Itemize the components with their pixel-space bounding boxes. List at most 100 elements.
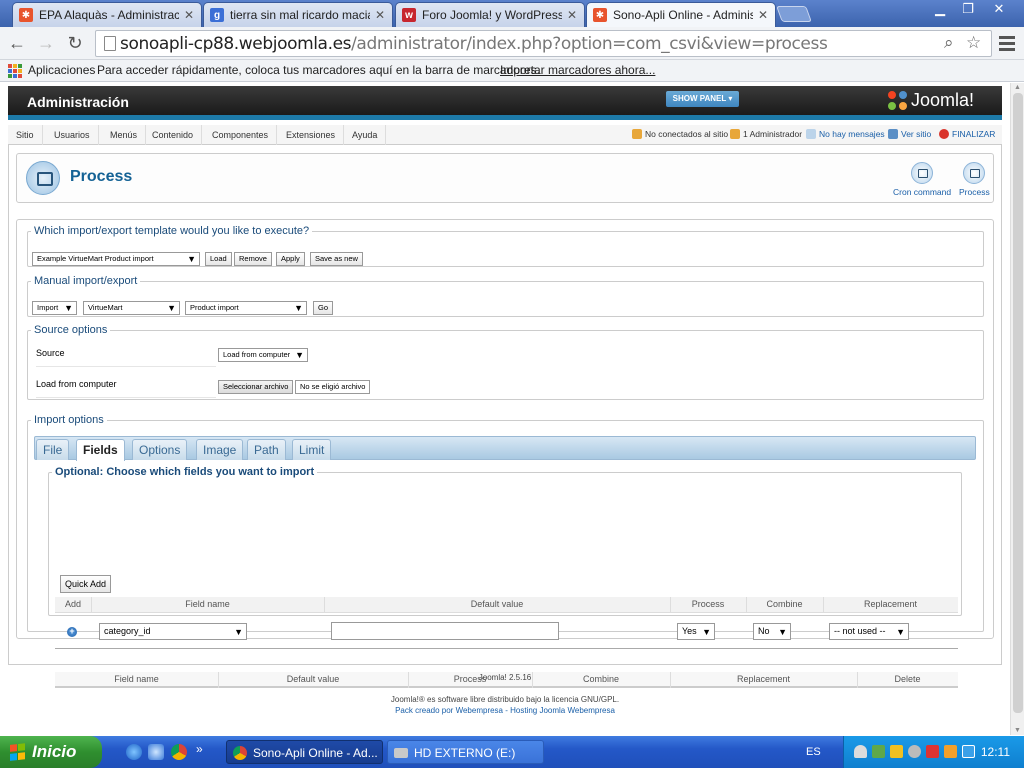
start-label: Inicio [32,742,77,761]
new-tab-button[interactable] [776,6,812,22]
remove-button[interactable]: Remove [234,252,272,266]
tab-file[interactable]: File [36,439,70,460]
quick-add-button[interactable]: Quick Add [60,575,112,593]
minimize-icon[interactable]: ▁ [926,0,954,20]
volume-icon[interactable] [926,745,939,758]
close-icon[interactable]: ✕ [566,8,578,22]
scroll-up-icon[interactable]: ▲ [1014,84,1021,91]
cron-command-button[interactable]: Cron command [893,162,951,197]
browser-tab-epa[interactable]: ✱ EPA Alaquàs - Administración ✕ [12,2,202,27]
apps-link[interactable]: Aplicaciones [28,63,95,77]
browser-tab-foro[interactable]: w Foro Joomla! y WordPress :: ✕ [395,2,585,27]
menu-sitio[interactable]: Sitio [8,125,43,145]
language-indicator[interactable]: ES [806,746,821,758]
default-value-input[interactable] [331,622,559,640]
close-icon[interactable]: ✕ [183,8,195,22]
folder-icon[interactable] [944,745,957,758]
choose-file-button[interactable]: Seleccionar archivo [218,380,294,394]
close-icon[interactable]: ✕ [757,8,769,22]
taskbar-item-label: HD EXTERNO (E:) [414,746,516,760]
add-icon[interactable]: + [67,627,77,637]
chevron-down-icon: ▼ [167,303,176,313]
source-select[interactable]: Load from computer ▼ [218,348,308,362]
tab-fields[interactable]: Fields [76,439,125,461]
combine-select[interactable]: No ▼ [753,623,791,640]
messages-status[interactable]: No hay mensajes [806,129,885,139]
tab-limit[interactable]: Limit [292,439,332,460]
template-select[interactable]: Example VirtueMart Product import ▼ [32,252,200,266]
col-default-value: Default value [470,599,524,609]
windows-taskbar: Inicio » Sono-Apli Online - Ad... HD EXT… [0,736,1024,768]
ie-icon[interactable] [126,744,142,760]
tab-options[interactable]: Options [132,439,188,460]
field-name-select[interactable]: category_id ▼ [99,623,247,640]
apps-grid-icon[interactable] [8,64,22,78]
process-select[interactable]: Yes ▼ [677,623,715,640]
menu-ayuda[interactable]: Ayuda [344,125,387,145]
window-close-icon[interactable]: ✕ [984,0,1014,20]
taskbar-item-chrome[interactable]: Sono-Apli Online - Ad... [226,740,383,764]
network-icon[interactable] [872,745,885,758]
operation-select[interactable]: Product import ▼ [185,301,307,315]
browser-tab-label: Foro Joomla! y WordPress :: [422,8,562,22]
view-site-link[interactable]: Ver sitio [888,129,931,139]
apply-button[interactable]: Apply [276,252,305,266]
browser-tab-sonoapli[interactable]: ✱ Sono-Apli Online - Administra ✕ [586,2,776,27]
notification-icon[interactable] [854,745,867,758]
go-button[interactable]: Go [313,301,334,315]
browser-tab-google[interactable]: g tierra sin mal ricardo macian ✕ [203,2,393,27]
restore-icon[interactable]: ❐ [954,0,982,20]
taskbar-item-label: Sono-Apli Online - Ad... [253,746,378,760]
bookmark-star-icon[interactable]: ☆ [966,33,981,53]
footer-credits[interactable]: Pack creado por Webempresa - Hosting Joo… [0,706,1010,715]
drive-icon [394,748,408,758]
scroll-down-icon[interactable]: ▼ [1014,727,1021,734]
replacement-select[interactable]: -- not used -- ▼ [829,623,909,640]
start-button[interactable]: Inicio [0,736,102,768]
page-title-box: Process Cron command Process [16,153,994,203]
shield-icon[interactable] [890,745,903,758]
reload-icon[interactable]: ↻ [63,32,87,56]
bookmarks-hint: Para acceder rápidamente, coloca tus mar… [97,63,540,77]
close-icon[interactable]: ✕ [374,8,386,22]
field-name-value: category_id [104,626,151,636]
load-button[interactable]: Load [205,252,232,266]
menu-menus[interactable]: Menús [102,125,147,145]
search-icon[interactable]: ⌕ [944,33,954,53]
page-scrollbar[interactable]: ▲ ▼ [1010,83,1024,735]
menu-extensiones[interactable]: Extensiones [278,125,345,145]
desktop-icon[interactable] [148,744,164,760]
menu-usuarios[interactable]: Usuarios [46,125,99,145]
divider [55,648,958,649]
show-panel-button[interactable]: SHOW PANEL ▾ [666,91,739,107]
clock-tray-icon[interactable] [908,745,921,758]
menu-contenido[interactable]: Contenido [144,125,203,145]
scrollbar-thumb[interactable] [1013,93,1023,713]
overflow-icon[interactable]: » [196,742,203,756]
tab-image[interactable]: Image [196,439,244,460]
forward-arrow-icon[interactable]: → [34,32,58,56]
source-legend: Source options [34,324,108,336]
url-text[interactable]: sonoapli-cp88.webjoomla.es/administrator… [120,34,828,54]
process-button[interactable]: Process [959,162,990,197]
browser-tab-label: EPA Alaquàs - Administración [39,8,179,22]
chrome-icon[interactable] [171,744,187,760]
import-bookmarks-link[interactable]: Importar marcadores ahora... [500,63,655,77]
admin-header: Administración SHOW PANEL ▾ Joomla! [8,86,1002,120]
back-arrow-icon[interactable]: ← [5,32,29,56]
taskbar-clock[interactable]: 12:11 [981,745,1010,759]
cron-icon [911,162,934,184]
logout-link[interactable]: FINALIZAR [939,129,995,139]
tab-path[interactable]: Path [247,439,286,460]
chrome-menu-icon[interactable] [999,36,1015,54]
fields-grid-header: Add Field name Default value Process Com… [55,597,958,613]
action-select-value: Import [37,303,59,312]
address-bar[interactable]: sonoapli-cp88.webjoomla.es/administrator… [95,30,992,57]
component-select[interactable]: VirtueMart ▼ [83,301,180,315]
display-icon[interactable] [962,745,975,758]
menu-componentes[interactable]: Componentes [204,125,278,145]
action-select[interactable]: Import ▼ [32,301,77,315]
taskbar-item-drive[interactable]: HD EXTERNO (E:) [387,740,544,764]
browser-tab-label: tierra sin mal ricardo macian [230,8,370,22]
save-as-new-button[interactable]: Save as new [310,252,363,266]
